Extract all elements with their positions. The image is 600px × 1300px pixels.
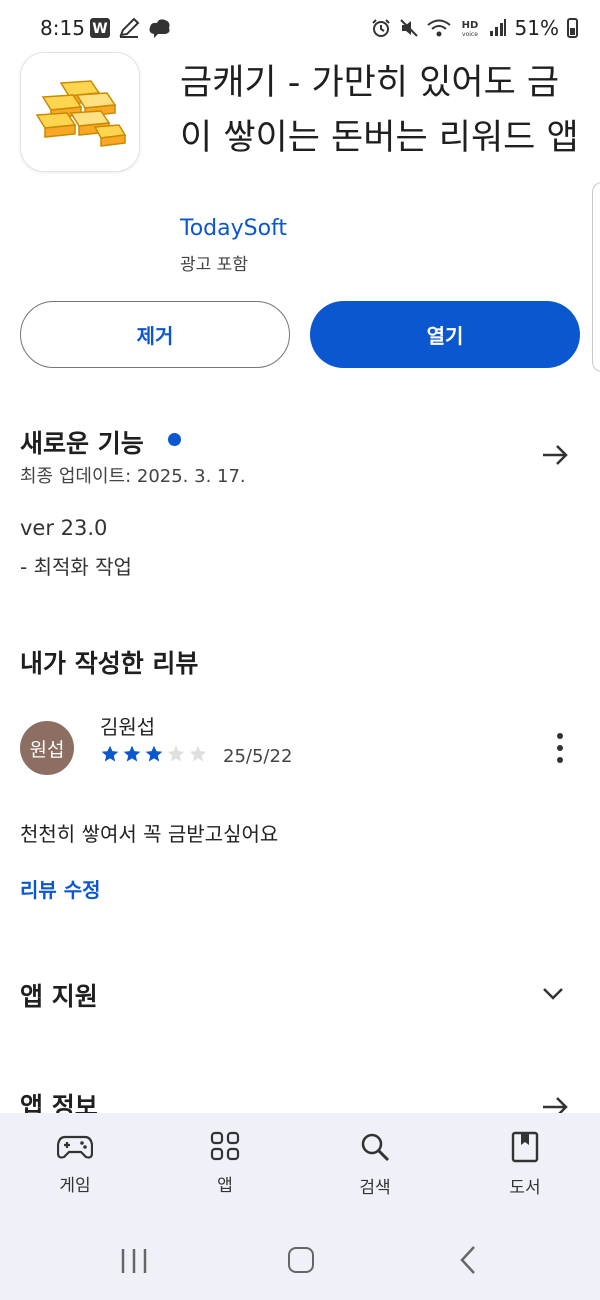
remove-button[interactable]: 제거 [20,301,290,368]
cloud-chat-icon [149,19,170,38]
star-filled-icon [145,745,163,762]
nav-games-label: 게임 [59,1176,91,1196]
app-icon [20,52,140,172]
recent-apps-icon[interactable] [120,1247,148,1275]
home-button-icon[interactable] [288,1247,314,1273]
status-bar: 8:15 W HD voice 51% [0,0,600,58]
last-updated: 최종 업데이트: 2025. 3. 17. [20,466,246,487]
star-filled-icon [101,745,119,762]
battery-icon [567,18,578,38]
review-text: 천천히 쌓여서 꼭 금받고싶어요 [20,822,279,846]
nav-apps[interactable]: 앱 [150,1113,300,1223]
w-app-icon: W [90,18,110,38]
next-card-edge [592,182,600,372]
svg-text:W: W [92,21,107,37]
star-empty-icon [189,745,207,762]
open-button[interactable]: 열기 [310,301,580,368]
search-icon [361,1133,390,1162]
version-note: - 최적화 작업 [20,555,132,579]
hd-voice-icon: HD voice [461,20,478,38]
star-filled-icon [123,745,141,762]
app-title: 금캐기 - 가만히 있어도 금이 쌓이는 돈버는 리워드 앱 [180,63,579,158]
status-right-icons: HD voice 51% [371,16,578,40]
developer-link[interactable]: TodaySoft [180,216,287,241]
signal-icon [489,19,506,36]
system-navigation-bar [0,1225,600,1300]
book-icon [511,1131,539,1163]
pen-icon [119,17,140,38]
nav-search-label: 검색 [359,1178,391,1198]
mute-icon [399,19,418,37]
edit-review-link[interactable]: 리뷰 수정 [20,874,101,903]
svg-text:HD: HD [461,20,478,31]
whats-new-title: 새로운 기능 [20,429,144,458]
gamepad-icon [57,1135,93,1159]
nav-books-label: 도서 [509,1178,541,1198]
star-rating [100,744,208,764]
nav-apps-label: 앱 [217,1176,233,1196]
review-date: 25/5/22 [223,746,293,767]
bottom-navigation: 게임 앱 검색 도서 [0,1113,600,1300]
wifi-icon [426,19,451,37]
apps-grid-icon [210,1131,240,1161]
status-left-icons: W [90,17,172,39]
alarm-icon [371,19,390,37]
new-indicator-dot [168,433,181,446]
avatar: 원섭 [20,721,74,775]
more-options-icon[interactable] [554,733,566,763]
nav-search[interactable]: 검색 [300,1113,450,1223]
whats-new-arrow-icon[interactable] [540,440,570,470]
app-support-title[interactable]: 앱 지원 [20,977,98,1013]
svg-text:voice: voice [462,31,478,38]
nav-games[interactable]: 게임 [0,1113,150,1223]
nav-books[interactable]: 도서 [450,1113,600,1223]
gold-bars-icon [35,80,127,147]
ads-label: 광고 포함 [180,255,248,275]
chevron-down-icon[interactable] [540,980,566,1006]
reviewer-name: 김원섭 [100,715,156,739]
star-empty-icon [167,745,185,762]
battery-percent: 51% [514,16,559,40]
status-time: 8:15 [40,16,85,40]
my-review-title: 내가 작성한 리뷰 [20,649,199,678]
back-icon[interactable] [458,1245,478,1275]
version-text: ver 23.0 [20,516,108,540]
